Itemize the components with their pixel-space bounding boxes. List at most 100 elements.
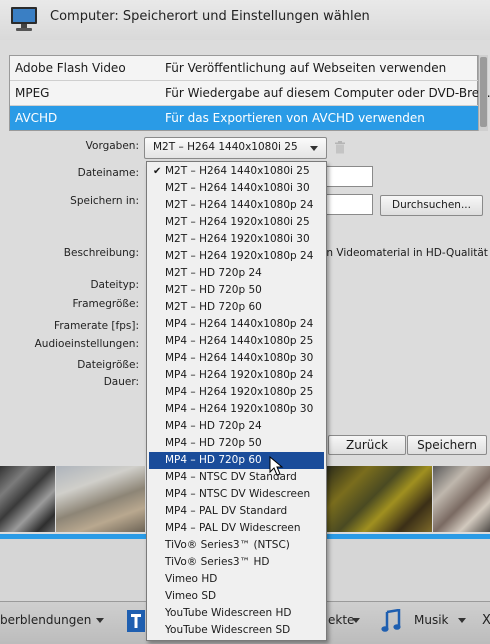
format-name: AVCHD xyxy=(15,111,58,125)
dropdown-item-label: YouTube Widescreen SD xyxy=(165,624,291,636)
dropdown-item[interactable]: M2T – H264 1440x1080p 24 xyxy=(149,197,324,214)
dropdown-item-label: MP4 – HD 720p 60 xyxy=(165,454,262,466)
trash-icon[interactable] xyxy=(334,141,346,154)
dropdown-item-label: MP4 – H264 1440x1080p 25 xyxy=(165,335,314,347)
dropdown-item-label: M2T – H264 1920x1080i 25 xyxy=(165,216,310,228)
framerate-label: Framerate [fps]: xyxy=(54,320,139,332)
dropdown-item[interactable]: M2T – HD 720p 50 xyxy=(149,282,324,299)
dropdown-item[interactable]: MP4 – NTSC DV Widescreen xyxy=(149,486,324,503)
format-name: MPEG xyxy=(15,86,50,100)
chevron-down-icon xyxy=(310,146,318,151)
dropdown-item-label: M2T – H264 1440x1080i 25 xyxy=(165,165,310,177)
dropdown-item-label: MP4 – H264 1440x1080p 30 xyxy=(165,352,314,364)
musik-tab[interactable]: Musik xyxy=(414,613,449,627)
chevron-down-icon[interactable] xyxy=(352,618,360,623)
dropdown-item-label: MP4 – H264 1440x1080p 24 xyxy=(165,318,314,330)
close-button[interactable]: X xyxy=(482,613,490,628)
dropdown-item-label: YouTube Widescreen HD xyxy=(165,607,292,619)
dropdown-item[interactable]: MP4 – HD 720p 24 xyxy=(149,418,324,435)
monitor-icon xyxy=(11,7,37,31)
dropdown-item-label: M2T – HD 720p 24 xyxy=(165,267,262,279)
dropdown-item-label: M2T – H264 1920x1080i 30 xyxy=(165,233,310,245)
mouse-cursor-icon xyxy=(269,456,284,476)
dropdown-item-label: TiVo® Series3™ HD xyxy=(165,556,270,568)
format-row-flash[interactable]: Adobe Flash Video Für Veröffentlichung a… xyxy=(10,56,479,80)
dropdown-item-label: TiVo® Series3™ (NTSC) xyxy=(165,539,290,551)
dropdown-item-label: MP4 – HD 720p 50 xyxy=(165,437,262,449)
dropdown-item[interactable]: M2T – HD 720p 24 xyxy=(149,265,324,282)
dropdown-item[interactable]: MP4 – H264 1440x1080p 24 xyxy=(149,316,324,333)
dropdown-item[interactable]: TiVo® Series3™ HD xyxy=(149,554,324,571)
clip-thumbnail xyxy=(433,466,490,532)
vorgaben-label: Vorgaben: xyxy=(85,140,139,152)
format-description: Für das Exportieren von AVCHD verwenden xyxy=(165,111,425,125)
dropdown-item-label: Vimeo SD xyxy=(165,590,217,602)
dropdown-item[interactable]: Vimeo SD xyxy=(149,588,324,605)
dialog-title: Computer: Speicherort und Einstellungen … xyxy=(50,9,370,24)
clip-thumbnail xyxy=(0,466,55,532)
dropdown-item[interactable]: MP4 – H264 1920x1080p 24 xyxy=(149,367,324,384)
dropdown-item-label: M2T – H264 1440x1080i 30 xyxy=(165,182,310,194)
dropdown-item[interactable]: MP4 – PAL DV Widescreen xyxy=(149,520,324,537)
zurueck-button[interactable]: Zurück xyxy=(328,435,406,455)
dropdown-item[interactable]: MP4 – HD 720p 60 xyxy=(149,452,324,469)
dropdown-item[interactable]: YouTube Widescreen HD xyxy=(149,605,324,622)
dateiname-input[interactable] xyxy=(320,166,373,187)
checkmark-icon: ✔ xyxy=(153,166,162,177)
effekte-tab[interactable]: ekte xyxy=(328,613,354,627)
dropdown-item[interactable]: YouTube Widescreen SD xyxy=(149,622,324,639)
dropdown-item-label: MP4 – H264 1920x1080p 25 xyxy=(165,386,314,398)
dateiname-label: Dateiname: xyxy=(77,167,139,179)
speichern-in-input[interactable] xyxy=(320,194,373,215)
beschreibung-text: on Videomaterial in HD-Qualität xyxy=(320,247,488,259)
dropdown-item-label: MP4 – PAL DV Widescreen xyxy=(165,522,301,534)
dropdown-item[interactable]: MP4 – PAL DV Standard xyxy=(149,503,324,520)
dropdown-item[interactable]: M2T – H264 1440x1080i 30 xyxy=(149,180,324,197)
format-row-mpeg[interactable]: MPEG Für Wiedergabe auf diesem Computer … xyxy=(10,81,490,105)
speichern-button[interactable]: Speichern xyxy=(407,435,487,455)
dropdown-item-label: M2T – H264 1920x1080p 24 xyxy=(165,250,314,262)
dropdown-item[interactable]: MP4 – HD 720p 50 xyxy=(149,435,324,452)
dropdown-item[interactable]: M2T – HD 720p 60 xyxy=(149,299,324,316)
format-row-avchd[interactable]: AVCHD Für das Exportieren von AVCHD verw… xyxy=(10,106,479,130)
dropdown-item-label: M2T – HD 720p 50 xyxy=(165,284,262,296)
dropdown-item-label: M2T – HD 720p 60 xyxy=(165,301,262,313)
vorgaben-select[interactable]: M2T – H264 1440x1080i 25 xyxy=(144,137,327,159)
dropdown-item-label: MP4 – PAL DV Standard xyxy=(165,505,288,517)
title-icon[interactable] xyxy=(126,609,146,633)
dropdown-item[interactable]: Vimeo HD xyxy=(149,571,324,588)
dateigroesse-label: Dateigröße: xyxy=(77,359,139,371)
chevron-down-icon[interactable] xyxy=(96,618,104,623)
scrollbar-thumb[interactable] xyxy=(480,57,487,127)
speichern-in-label: Speichern in: xyxy=(70,195,139,207)
dropdown-item[interactable]: MP4 – H264 1440x1080p 25 xyxy=(149,333,324,350)
dropdown-item[interactable]: MP4 – NTSC DV Standard xyxy=(149,469,324,486)
dropdown-item[interactable]: MP4 – H264 1920x1080p 30 xyxy=(149,401,324,418)
dropdown-item-label: M2T – H264 1440x1080p 24 xyxy=(165,199,314,211)
audioeinstellungen-label: Audioeinstellungen: xyxy=(34,338,139,350)
format-description: Für Veröffentlichung auf Webseiten verwe… xyxy=(165,61,447,75)
format-list[interactable]: Adobe Flash Video Für Veröffentlichung a… xyxy=(9,55,490,131)
dropdown-item[interactable]: ✔ M2T – H264 1440x1080i 25 xyxy=(149,163,324,180)
clip-thumbnail xyxy=(56,466,145,532)
dropdown-item-label: MP4 – NTSC DV Widescreen xyxy=(165,488,311,500)
format-name: Adobe Flash Video xyxy=(15,61,126,75)
durchsuchen-button[interactable]: Durchsuchen... xyxy=(380,195,483,216)
dropdown-item[interactable]: M2T – H264 1920x1080p 24 xyxy=(149,248,324,265)
dropdown-item[interactable]: M2T – H264 1920x1080i 25 xyxy=(149,214,324,231)
framegroesse-label: Framegröße: xyxy=(72,298,139,310)
dropdown-item[interactable]: MP4 – H264 1920x1080p 25 xyxy=(149,384,324,401)
dropdown-item[interactable]: TiVo® Series3™ (NTSC) xyxy=(149,537,324,554)
vorgaben-dropdown-menu[interactable]: ✔ M2T – H264 1440x1080i 25 M2T – H264 1440… xyxy=(146,161,327,641)
format-description: Für Wiedergabe auf diesem Computer oder … xyxy=(165,86,490,100)
dropdown-item-label: MP4 – HD 720p 24 xyxy=(165,420,262,432)
dropdown-item-label: MP4 – H264 1920x1080p 24 xyxy=(165,369,314,381)
dropdown-item[interactable]: MP4 – H264 1440x1080p 30 xyxy=(149,350,324,367)
dateityp-label: Dateityp: xyxy=(90,279,139,291)
dropdown-item[interactable]: M2T – H264 1920x1080i 30 xyxy=(149,231,324,248)
chevron-down-icon[interactable] xyxy=(458,618,466,623)
music-note-icon[interactable] xyxy=(381,609,401,633)
ueberblendungen-tab[interactable]: berblendungen xyxy=(0,613,91,627)
beschreibung-label: Beschreibung: xyxy=(63,247,139,259)
dauer-label: Dauer: xyxy=(103,376,139,388)
